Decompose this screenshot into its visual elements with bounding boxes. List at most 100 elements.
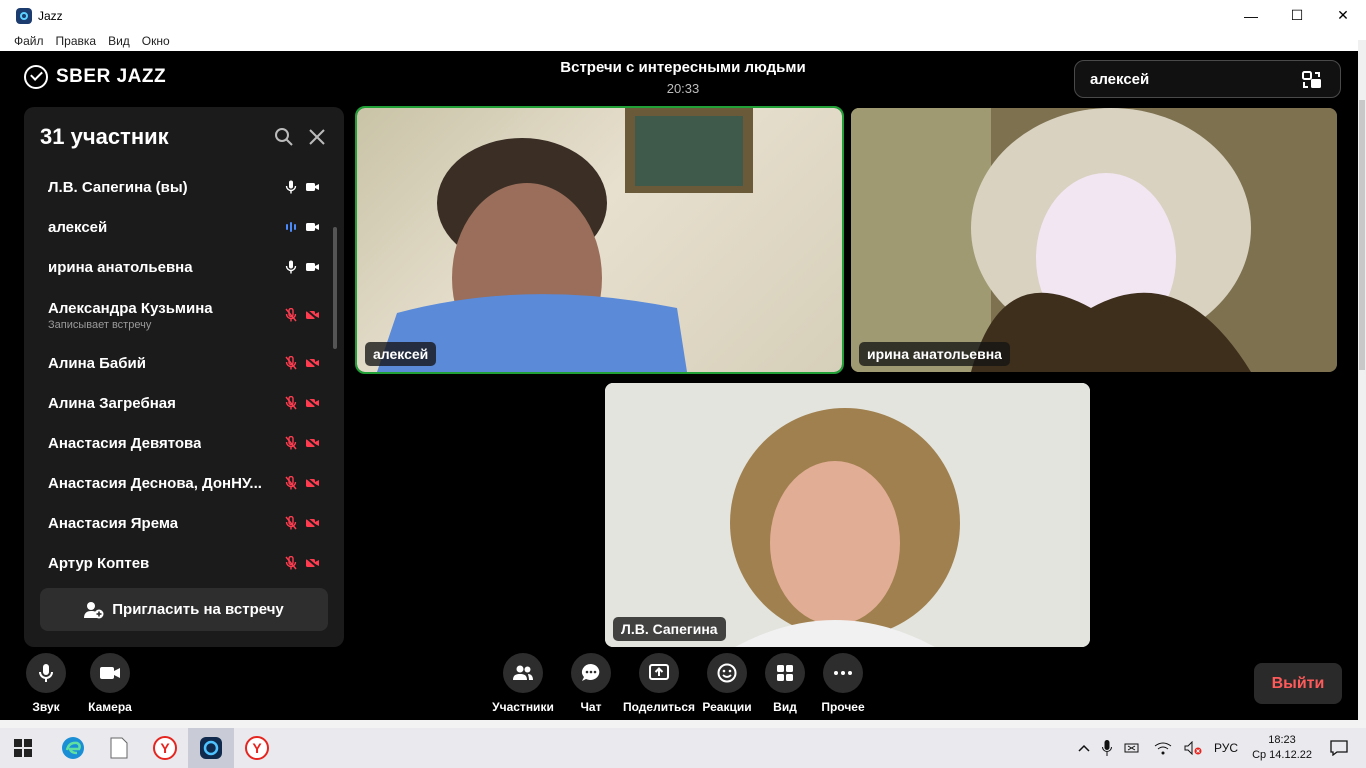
menu-bar: Файл Правка Вид Окно [0, 31, 1366, 51]
participant-row[interactable]: Артур Коптев [24, 543, 334, 583]
camera-button[interactable] [90, 653, 130, 693]
svg-text:Y: Y [252, 740, 262, 756]
chevron-up-icon[interactable] [1078, 744, 1090, 752]
taskbar-yandex-1[interactable]: Y [142, 728, 188, 768]
window-titlebar: Jazz — ☐ ✕ [0, 0, 1366, 31]
menu-file[interactable]: Файл [14, 34, 44, 48]
swap-layout-icon[interactable] [1302, 71, 1322, 89]
language-indicator[interactable]: РУС [1214, 741, 1238, 755]
participant-status: Записывает встречу [48, 318, 152, 331]
participant-row[interactable]: Л.В. Сапегина (вы) [24, 167, 334, 207]
edge-icon [62, 737, 84, 759]
start-button[interactable] [0, 728, 46, 768]
sound-button[interactable] [26, 653, 66, 693]
camera-off-icon [305, 557, 320, 569]
menu-view[interactable]: Вид [108, 34, 130, 48]
participants-panel: 31 участник Л.В. Сапегина (вы) алексей ири… [24, 107, 344, 647]
participants-button[interactable] [503, 653, 543, 693]
participant-row[interactable]: Александра Кузьмина Записывает встречу [24, 287, 334, 343]
participants-scrollbar[interactable] [333, 227, 337, 349]
jazz-app: SBER JAZZ Встречи с интересными людьми 2… [0, 51, 1358, 720]
window-title: Jazz [38, 8, 63, 23]
clock-time: 18:23 [1268, 734, 1296, 746]
microphone-icon [285, 260, 297, 274]
pinned-speaker-box[interactable]: алексей [1074, 60, 1341, 98]
video-label: Л.В. Сапегина [613, 617, 726, 641]
more-control[interactable]: Прочее [803, 653, 883, 714]
participant-media-status [285, 476, 320, 490]
camera-off-icon [305, 397, 320, 409]
microphone-muted-icon [285, 476, 297, 490]
participant-name: Анастасия Ярема [48, 514, 179, 532]
power-tray-icon[interactable] [1124, 741, 1142, 755]
taskbar-jazz[interactable] [188, 728, 234, 768]
search-icon[interactable] [274, 127, 294, 147]
notifications-icon[interactable] [1330, 740, 1348, 756]
video-tile-irina[interactable]: ирина анатольевна [851, 108, 1337, 372]
video-tile-aleksey[interactable]: алексей [355, 106, 844, 374]
menu-window[interactable]: Окно [142, 34, 170, 48]
participant-row[interactable]: Анастасия Деснова, ДонНУ... [24, 463, 334, 503]
video-tile-sapegina[interactable]: Л.В. Сапегина [605, 383, 1090, 647]
close-icon[interactable] [307, 127, 327, 147]
reactions-button[interactable] [707, 653, 747, 693]
participant-name: Алина Загребная [48, 394, 176, 412]
wifi-icon[interactable] [1154, 741, 1172, 755]
participant-name: Александра Кузьмина [48, 299, 213, 317]
more-dots-icon [834, 671, 852, 675]
volume-muted-icon[interactable] [1184, 741, 1202, 755]
camera-icon [306, 263, 319, 271]
meeting-timer: 20:33 [666, 81, 700, 96]
yandex-browser-icon: Y [245, 736, 269, 760]
participant-name: Анастасия Деснова, ДонНУ... [48, 474, 262, 492]
camera-icon [306, 183, 319, 191]
participant-row[interactable]: ирина анатольевна [24, 247, 334, 287]
taskbar-edge[interactable] [50, 728, 96, 768]
exit-button[interactable]: Выйти [1254, 663, 1342, 704]
menu-edit[interactable]: Правка [56, 34, 97, 48]
camera-control[interactable]: Камера [70, 653, 150, 714]
video-label: алексей [365, 342, 437, 366]
participant-media-status [285, 396, 320, 410]
participant-row[interactable]: Анастасия Ярема [24, 503, 334, 543]
camera-off-icon [305, 477, 320, 489]
maximize-button[interactable]: ☐ [1274, 0, 1320, 31]
participant-media-status [285, 356, 320, 370]
participant-row[interactable]: Алина Загребная [24, 383, 334, 423]
microphone-icon [285, 180, 297, 194]
windows-logo-icon [14, 739, 32, 757]
clock-date: Ср 14.12.22 [1252, 749, 1312, 761]
system-clock[interactable]: 18:23 Ср 14.12.22 [1252, 733, 1312, 763]
camera-off-icon [305, 357, 320, 369]
participant-row[interactable]: Алина Бабий [24, 343, 334, 383]
share-screen-icon [649, 664, 669, 680]
close-window-button[interactable]: ✕ [1320, 0, 1366, 31]
desktop-strip [0, 720, 1366, 728]
jazz-app-icon [16, 7, 32, 24]
participant-media-status [285, 221, 320, 233]
view-button[interactable] [765, 653, 805, 693]
more-button[interactable] [823, 653, 863, 693]
camera-icon [306, 223, 319, 231]
share-button[interactable] [639, 653, 679, 693]
camera-off-icon [305, 437, 320, 449]
participants-list: Л.В. Сапегина (вы) алексей ирина анатольев… [24, 167, 334, 583]
participant-row[interactable]: алексей [24, 207, 334, 247]
participant-name: Анастасия Девятова [48, 434, 202, 452]
participant-name: ирина анатольевна [48, 258, 193, 276]
microphone-muted-icon [285, 356, 297, 370]
taskbar-file[interactable] [96, 728, 142, 768]
participant-row[interactable]: Анастасия Девятова [24, 423, 334, 463]
invite-button[interactable]: Пригласить на встречу [40, 588, 328, 631]
background-window-scrollbar[interactable] [1358, 40, 1366, 720]
yandex-browser-icon: Y [153, 736, 177, 760]
meeting-title: Встречи с интересными людьми [560, 59, 806, 76]
microphone-tray-icon[interactable] [1102, 740, 1113, 756]
minimize-button[interactable]: — [1228, 0, 1274, 31]
microphone-muted-icon [285, 396, 297, 410]
meeting-header: Встречи с интересными людьми 20:33 [483, 59, 883, 96]
camera-label: Камера [88, 700, 132, 714]
chat-button[interactable] [571, 653, 611, 693]
participant-media-status [285, 180, 320, 194]
taskbar-yandex-2[interactable]: Y [234, 728, 280, 768]
